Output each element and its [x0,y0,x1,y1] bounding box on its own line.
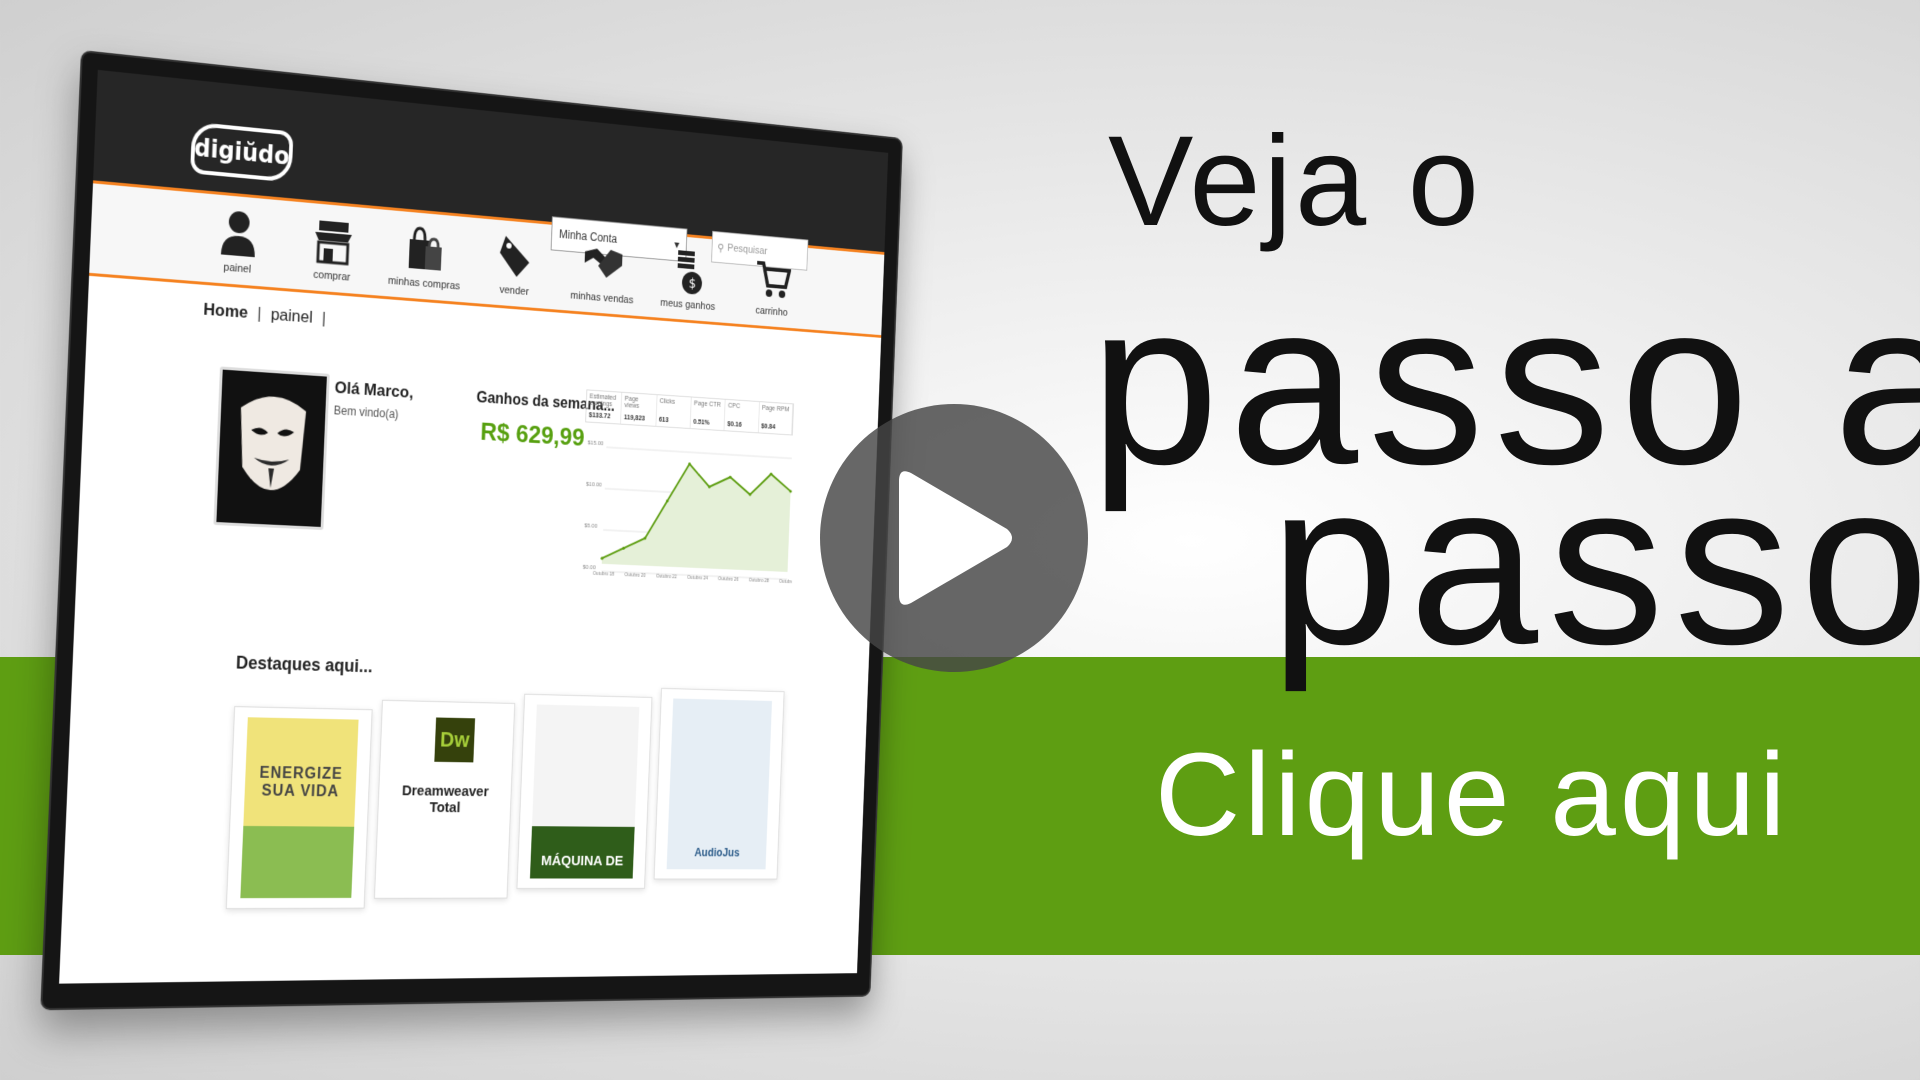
stats-header: Page RPM [758,402,794,423]
featured-products: ENERGIZE SUA VIDA Dw Dreamweaver Total M… [225,682,785,910]
hero-heading-line-1: Veja o [1108,110,1482,253]
product-title: AudioJus [694,846,740,860]
nav-item-vender[interactable]: vender [475,227,554,300]
earnings-chart-svg: $15.00 $10.00 $5.00 $0.00Outubro 18 Outubro … [583,440,800,585]
stats-value: 613 [656,413,691,429]
svg-text:$: $ [688,276,696,292]
product-cover: ENERGIZE SUA VIDA [240,717,359,899]
nav-label: minhas vendas [570,289,634,307]
cart-icon [754,252,792,306]
product-cover: Dw Dreamweaver Total [387,710,502,889]
product-card[interactable]: MÁQUINA DE [516,693,653,889]
chart-x-tick-label: Outubro 20 [624,572,645,579]
hero-heading-line-3: passo [1270,434,1920,693]
nav-label: comprar [313,268,351,284]
chart-y-tick-label: $5.00 [584,523,598,529]
nav-label: meus ganhos [660,297,716,313]
shopping-bags-icon [405,220,446,277]
stats-value: $0.16 [724,418,759,433]
user-icon [219,204,259,262]
website-screenshot: digiŭdo Minha Conta ▾ ⚲ Pesquisar painel [59,69,889,984]
dreamweaver-logo-icon: Dw [434,717,476,763]
breadcrumb: Home | painel | [203,300,326,329]
greeting-text: Olá Marco, [334,378,414,402]
welcome-text: Bem vindo(a) [333,403,399,422]
breadcrumb-home-link[interactable]: Home [203,300,248,323]
nav-item-comprar[interactable]: comprar [291,210,374,285]
earnings-value: R$ 629,99 [479,416,586,452]
breadcrumb-separator: | [256,303,262,323]
coins-icon: $ [671,244,706,299]
earnings-chart: $15.00 $10.00 $5.00 $0.00 Outubro 18 Outubro … [579,425,800,594]
product-cover: AudioJus [666,698,773,870]
chart-y-tick-label: $15.00 [588,440,604,447]
product-card[interactable]: AudioJus [653,687,785,880]
chart-x-tick-label: Outubro 24 [687,575,708,582]
sale-tag-icon [497,229,534,285]
avatar [213,366,330,531]
site-header: digiŭdo Minha Conta ▾ ⚲ Pesquisar painel [89,69,889,338]
product-cover: MÁQUINA DE [529,704,640,879]
stats-header: Page CTR [690,397,726,419]
nav-label: minhas compras [387,274,461,293]
nav-item-minhas-compras[interactable]: minhas compras [384,219,465,293]
breadcrumb-separator: | [321,308,327,328]
stats-header: CPC [725,399,760,421]
nav-item-minhas-vendas[interactable]: minhas vendas [564,235,641,307]
chart-gridline [606,447,791,458]
logo-text: digiŭdo [193,133,291,171]
chart-x-tick-label: Outubro 18 [593,571,615,578]
shop-icon [312,212,355,270]
play-button[interactable] [820,404,1088,672]
monitor-bezel: digiŭdo Minha Conta ▾ ⚲ Pesquisar painel [40,49,903,1011]
nav-item-painel[interactable]: painel [196,202,281,278]
nav-label: painel [223,261,252,276]
stats-value: 0.51% [690,416,726,431]
product-card[interactable]: Dw Dreamweaver Total [373,699,516,899]
chart-x-tick-label: Outubro 22 [656,574,677,581]
product-title: ENERGIZE SUA VIDA [259,764,343,801]
stats-value: $133.72 [586,409,622,424]
stats-header: Estimated earnings [586,390,623,412]
chart-y-tick-label: $10.00 [586,482,602,489]
site-logo[interactable]: digiŭdo [190,121,294,183]
stats-header: Clicks [656,395,692,417]
play-icon [899,471,1012,605]
chart-x-tick-label: Outubro 26 [718,576,739,582]
nav-label: carrinho [755,304,788,319]
mask-avatar-image [237,394,307,492]
chart-x-tick-label: Outubro 30 [779,579,798,585]
product-card[interactable]: ENERGIZE SUA VIDA [225,706,373,910]
featured-title: Destaques aqui... [235,652,373,677]
chart-y-tick-label: $0.00 [583,565,597,571]
nav-item-meus-ganhos[interactable]: $ meus ganhos [651,242,727,313]
breadcrumb-current[interactable]: painel [270,305,313,328]
stats-header: Page views [621,392,658,414]
nav-item-carrinho[interactable]: carrinho [735,250,809,320]
product-title: MÁQUINA DE [540,852,624,869]
handshake-icon [582,236,625,292]
nav-label: vender [499,284,530,298]
stats-value: 119,823 [621,411,657,426]
product-title: Dreamweaver Total [401,782,490,817]
stats-value: $0.84 [758,420,793,435]
cta-click-here[interactable]: Clique aqui [1155,736,1789,854]
chart-area [601,459,792,572]
chart-x-tick-label: Outubro 28 [749,578,770,584]
monitor-mockup: digiŭdo Minha Conta ▾ ⚲ Pesquisar painel [40,49,903,1011]
